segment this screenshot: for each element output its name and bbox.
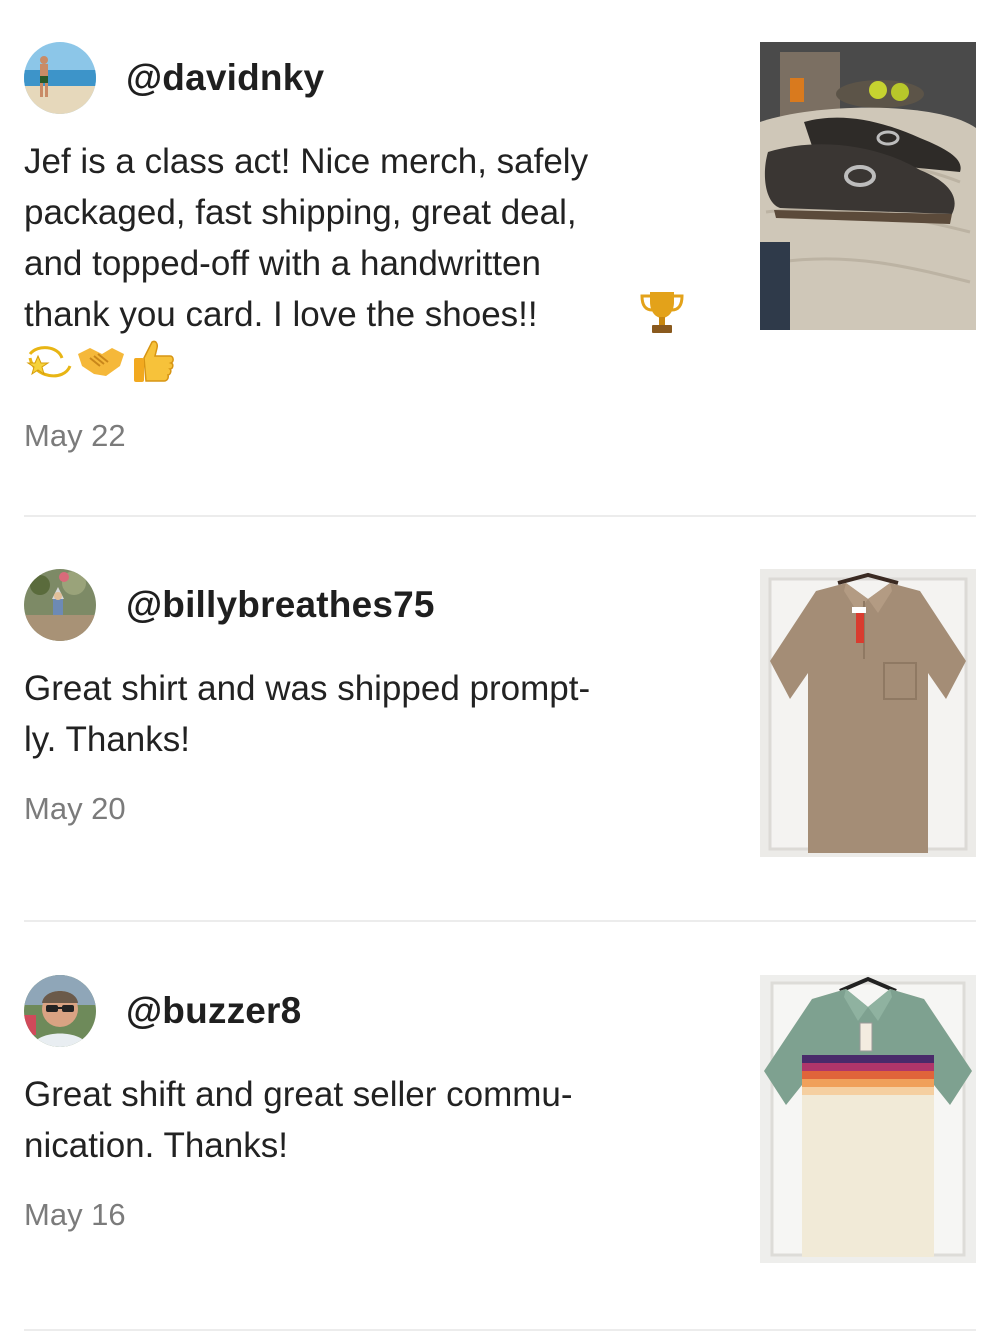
dizzy-icon <box>24 336 74 391</box>
avatar[interactable] <box>24 42 96 114</box>
review-text: Great shift and great seller commu- nica… <box>24 1075 573 1165</box>
avatar-garden-photo <box>24 569 96 641</box>
thumbs-up-icon <box>128 336 178 391</box>
handshake-icon <box>76 336 126 391</box>
review-date: May 20 <box>24 791 126 826</box>
review-text: Jef is a class act! Nice merch, safely p… <box>24 142 589 334</box>
emoji-row <box>24 338 178 388</box>
avatar[interactable] <box>24 975 96 1047</box>
review-date: May 22 <box>24 418 126 453</box>
username[interactable]: @davidnky <box>126 57 324 99</box>
review-photo[interactable] <box>760 975 976 1263</box>
avatar[interactable] <box>24 569 96 641</box>
trophy-icon <box>636 286 688 343</box>
review-header: @buzzer8 <box>24 975 301 1047</box>
review-item: @buzzer8 Great shift and great seller co… <box>0 975 1000 1330</box>
striped-polo-shirt-photo <box>760 975 976 1263</box>
tan-polo-shirt-photo <box>760 569 976 857</box>
review-item: @billybreathes75 Great shirt and was shi… <box>0 569 1000 919</box>
divider <box>24 515 976 517</box>
review-date: May 16 <box>24 1197 126 1232</box>
review-item: @davidnky Jef is a class act! Nice merch… <box>0 42 1000 512</box>
avatar-beach-photo <box>24 42 96 114</box>
review-header: @davidnky <box>24 42 324 114</box>
username[interactable]: @buzzer8 <box>126 990 301 1032</box>
review-photo[interactable] <box>760 569 976 857</box>
loafer-shoes-photo <box>760 42 976 330</box>
username[interactable]: @billybreathes75 <box>126 584 435 626</box>
avatar-man-sunglasses-photo <box>24 975 96 1047</box>
divider <box>24 920 976 922</box>
review-photo[interactable] <box>760 42 976 330</box>
review-text: Great shirt and was shipped prompt- ly. … <box>24 669 591 759</box>
divider <box>24 1329 976 1331</box>
review-header: @billybreathes75 <box>24 569 435 641</box>
